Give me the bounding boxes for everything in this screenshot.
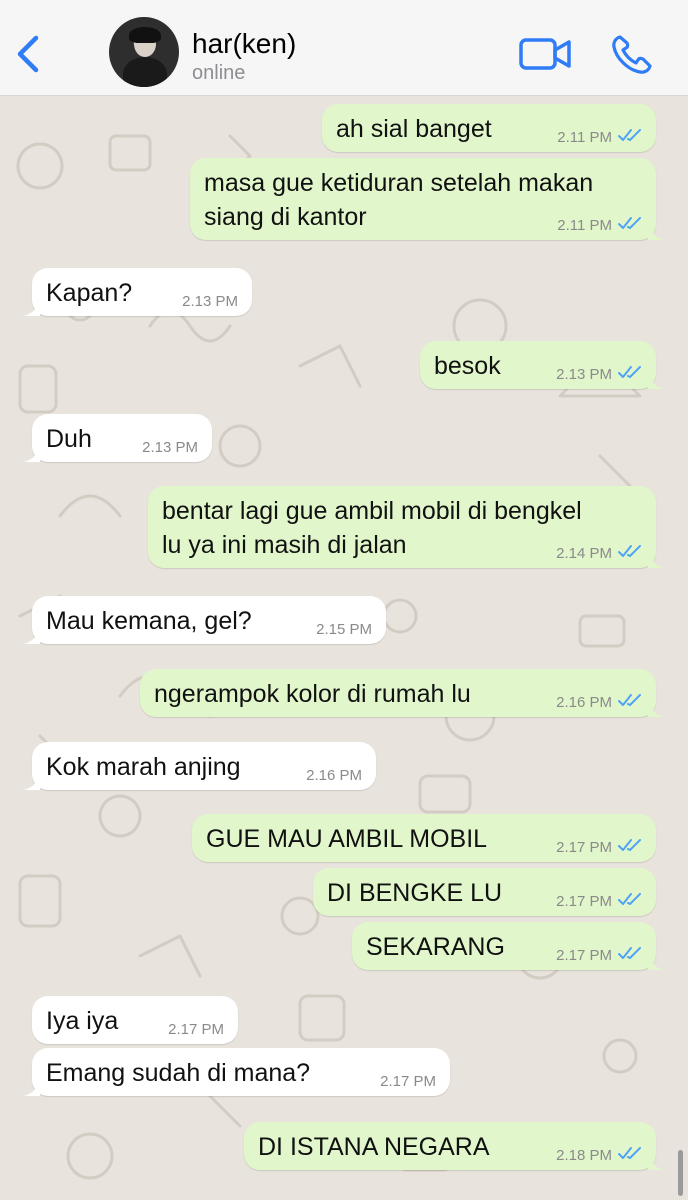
message-bubble[interactable]: DI ISTANA NEGARA 2.18 PM <box>244 1122 664 1170</box>
message-bubble[interactable]: DI BENGKE LU 2.17 PM <box>313 868 656 916</box>
bubble-tail <box>24 1078 40 1096</box>
message-text: ngerampok kolor di rumah lu <box>154 680 471 708</box>
message-text: Emang sudah di mana? <box>46 1059 311 1087</box>
message-time: 2.13 PM <box>556 366 612 383</box>
message-time: 2.15 PM <box>316 621 372 638</box>
message-text: bentar lagi gue ambil mobil di bengkel l… <box>162 497 582 559</box>
bubble-tail <box>24 444 40 462</box>
double-check-icon <box>618 1147 641 1159</box>
bubble-tail <box>24 626 40 644</box>
voice-call-button[interactable] <box>610 34 654 76</box>
message-time: 2.17 PM <box>556 839 612 856</box>
message-bubble[interactable]: besok 2.13 PM <box>420 341 664 389</box>
double-check-icon <box>618 545 641 557</box>
message-time: 2.17 PM <box>556 947 612 964</box>
message-time: 2.16 PM <box>556 694 612 711</box>
video-call-button[interactable] <box>518 34 572 74</box>
message-text: Duh <box>46 425 92 453</box>
message-bubble[interactable]: GUE MAU AMBIL MOBIL 2.17 PM <box>192 814 656 862</box>
bubble-tail <box>648 699 664 717</box>
message-time: 2.18 PM <box>556 1147 612 1164</box>
message-bubble[interactable]: Iya iya 2.17 PM <box>32 996 238 1044</box>
message-bubble[interactable]: Kapan? 2.13 PM <box>24 268 252 316</box>
message-time: 2.11 PM <box>557 129 612 146</box>
contact-status: online <box>192 62 246 84</box>
contact-name[interactable]: har(ken) <box>192 28 296 60</box>
message-time: 2.11 PM <box>557 217 612 234</box>
bubble-tail <box>648 1152 664 1170</box>
message-time: 2.14 PM <box>556 545 612 562</box>
message-text: besok <box>434 352 501 380</box>
bubble-tail <box>648 222 664 240</box>
chevron-left-icon <box>17 35 39 73</box>
message-bubble[interactable]: ah sial banget 2.11 PM <box>322 104 656 152</box>
bubble-tail <box>24 772 40 790</box>
bubble-tail <box>648 952 664 970</box>
double-check-icon <box>618 694 641 706</box>
message-time: 2.17 PM <box>556 893 612 910</box>
message-text: ah sial banget <box>336 115 492 143</box>
message-text: DI BENGKE LU <box>327 879 503 907</box>
message-bubble[interactable]: masa gue ketiduran setelah makan siang d… <box>190 158 664 240</box>
chat-area[interactable]: ah sial banget 2.11 PM masa gue ketidura… <box>0 96 688 1200</box>
message-text: DI ISTANA NEGARA <box>258 1133 490 1161</box>
message-text: Iya iya <box>46 1007 119 1035</box>
message-text: Kapan? <box>46 279 133 307</box>
message-time: 2.17 PM <box>380 1073 436 1090</box>
double-check-icon <box>618 893 641 905</box>
double-check-icon <box>618 217 641 229</box>
message-text: Mau kemana, gel? <box>46 607 252 635</box>
bubble-tail <box>24 298 40 316</box>
message-bubble[interactable]: Duh 2.13 PM <box>24 414 212 462</box>
phone-icon <box>612 35 652 74</box>
chat-header: har(ken) online <box>0 0 688 96</box>
message-text: SEKARANG <box>366 933 505 961</box>
avatar[interactable] <box>109 17 179 87</box>
message-time: 2.13 PM <box>142 439 198 456</box>
message-bubble[interactable]: ngerampok kolor di rumah lu 2.16 PM <box>140 669 664 717</box>
message-bubble[interactable]: SEKARANG 2.17 PM <box>352 922 664 970</box>
message-bubble[interactable]: Mau kemana, gel? 2.15 PM <box>24 596 386 644</box>
message-bubble[interactable]: bentar lagi gue ambil mobil di bengkel l… <box>148 486 664 568</box>
message-text: GUE MAU AMBIL MOBIL <box>206 825 488 853</box>
double-check-icon <box>618 947 641 959</box>
scrollbar[interactable] <box>678 1150 683 1196</box>
message-bubble[interactable]: Emang sudah di mana? 2.17 PM <box>24 1048 450 1096</box>
message-text: Kok marah anjing <box>46 753 241 781</box>
message-time: 2.16 PM <box>306 767 362 784</box>
video-camera-icon <box>519 38 571 70</box>
bubble-tail <box>648 371 664 389</box>
message-time: 2.13 PM <box>182 293 238 310</box>
double-check-icon <box>618 366 641 378</box>
message-time: 2.17 PM <box>168 1021 224 1038</box>
double-check-icon <box>618 129 641 141</box>
message-bubble[interactable]: Kok marah anjing 2.16 PM <box>24 742 376 790</box>
double-check-icon <box>618 839 641 851</box>
message-text: masa gue ketiduran setelah makan siang d… <box>204 169 594 231</box>
bubble-tail <box>648 550 664 568</box>
back-button[interactable] <box>10 32 50 80</box>
